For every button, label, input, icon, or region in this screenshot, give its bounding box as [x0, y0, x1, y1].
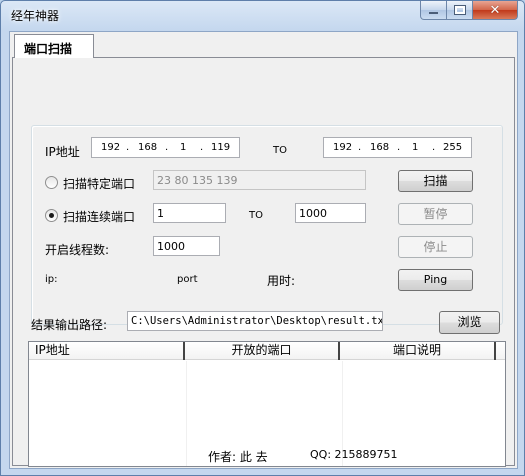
ip-end-octet-4: 255: [443, 142, 463, 153]
close-icon: ✕: [489, 2, 501, 18]
ip-start-octet-3: 1: [180, 142, 187, 153]
close-button[interactable]: ✕: [473, 1, 518, 20]
minimize-icon: [429, 12, 438, 14]
status-port-label: port: [177, 274, 198, 285]
ip-end-octet-2: 168: [370, 142, 390, 153]
scan-button[interactable]: 扫描: [398, 170, 473, 192]
title-bar[interactable]: 经年神器 ✕: [1, 1, 524, 29]
port-start-input[interactable]: 1: [153, 203, 226, 223]
ip-start-octet-1: 192: [101, 142, 121, 153]
status-ip-label: ip:: [45, 274, 58, 285]
app-window: 经年神器 ✕ 端口扫描 IP地址 192 . 168 . 1 . 119 TO …: [0, 0, 525, 476]
ip-end-octet-1: 192: [333, 142, 353, 153]
ip-address-label: IP地址: [45, 145, 80, 159]
minimize-button[interactable]: [420, 1, 447, 20]
ip-start-octet-4: 119: [211, 142, 231, 153]
port-end-input[interactable]: 1000: [295, 203, 366, 223]
threads-input[interactable]: 1000: [153, 236, 220, 256]
column-header-open-ports[interactable]: 开放的端口: [185, 342, 340, 360]
threads-label: 开启线程数:: [45, 243, 110, 257]
maximize-icon: [453, 5, 466, 15]
ip-start-octet-2: 168: [138, 142, 158, 153]
port-to-label: TO: [249, 210, 263, 221]
ip-end-octet-3: 1: [412, 142, 419, 153]
continuous-ports-radio[interactable]: [45, 209, 58, 222]
ping-button[interactable]: Ping: [398, 269, 473, 291]
window-title: 经年神器: [11, 9, 60, 23]
author-credit: 作者: 此 去: [208, 450, 268, 464]
output-path-label: 结果输出路径:: [31, 318, 108, 332]
column-header-port-description[interactable]: 端口说明: [340, 342, 496, 360]
qq-contact: QQ: 215889751: [310, 448, 398, 461]
stop-button[interactable]: 停止: [398, 236, 473, 258]
client-area: 端口扫描 IP地址 192 . 168 . 1 . 119 TO 192 . 1…: [9, 31, 518, 469]
output-path-input[interactable]: C:\Users\Administrator\Desktop\result.tx…: [127, 311, 383, 331]
maximize-button[interactable]: [447, 1, 473, 20]
specific-ports-input[interactable]: 23 80 135 139: [153, 170, 366, 190]
results-table-header: IP地址 开放的端口 端口说明: [29, 342, 505, 360]
specific-ports-label: 扫描特定端口: [63, 177, 136, 191]
status-time-label: 用时:: [267, 274, 296, 288]
tab-port-scan[interactable]: 端口扫描: [14, 34, 94, 58]
continuous-ports-label: 扫描连续端口: [63, 210, 136, 224]
specific-ports-radio[interactable]: [45, 176, 58, 189]
column-header-ip[interactable]: IP地址: [29, 342, 185, 360]
column-divider: [186, 361, 187, 466]
browse-button[interactable]: 浏览: [439, 311, 500, 334]
ip-end-input[interactable]: 192 . 168 . 1 . 255: [323, 137, 472, 158]
ip-start-input[interactable]: 192 . 168 . 1 . 119: [91, 137, 240, 158]
pause-button[interactable]: 暂停: [398, 203, 473, 225]
ip-to-label: TO: [273, 145, 287, 156]
